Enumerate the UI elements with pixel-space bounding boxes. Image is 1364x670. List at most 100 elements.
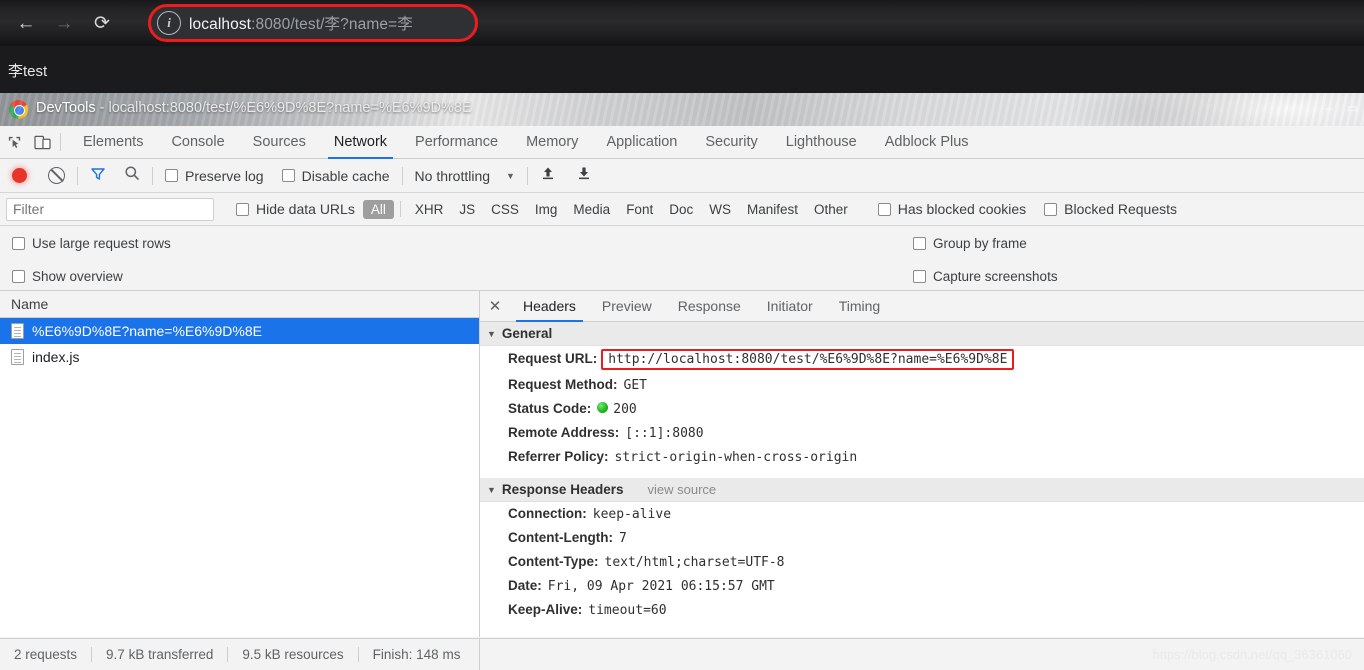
filter-funnel-icon[interactable] [90,166,106,186]
toolbar-divider [526,166,528,185]
toolbar-divider [77,166,78,185]
content-length-row: Content-Length: 7 [480,526,1364,550]
minimize-icon[interactable]: – [1326,101,1333,115]
content-length-value: 7 [618,531,627,546]
devtools-titlebar: DevTools - localhost:8080/test/%E6%9D%8E… [0,93,1364,126]
preserve-log-checkbox[interactable]: Preserve log [165,168,264,184]
show-overview-label: Show overview [32,269,123,284]
use-large-request-rows-label: Use large request rows [32,236,171,251]
chevron-down-icon: ▼ [506,170,515,181]
filter-pill-other[interactable]: Other [806,200,856,219]
tab-application[interactable]: Application [592,126,691,158]
record-button[interactable] [12,168,27,183]
chrome-logo-icon [9,100,28,119]
tab-sources[interactable]: Sources [239,126,320,158]
document-icon [11,323,24,339]
browser-chrome: ← → ⟳ i localhost:8080/test/李?name=李 [0,0,1364,46]
filter-pill-media[interactable]: Media [565,200,618,219]
network-options-panel: Use large request rows Show overview Gro… [0,226,1364,291]
capture-screenshots-checkbox[interactable]: Capture screenshots [913,269,1058,284]
search-icon[interactable] [124,165,140,186]
device-toolbar-icon[interactable] [28,126,56,158]
show-overview-checkbox[interactable]: Show overview [12,269,123,284]
tab-lighthouse[interactable]: Lighthouse [772,126,871,158]
referrer-policy-value: strict-origin-when-cross-origin [614,450,858,465]
keep-alive-value: timeout=60 [588,603,667,618]
tab-response[interactable]: Response [665,291,754,321]
address-bar[interactable]: i localhost:8080/test/李?name=李 [148,4,478,42]
filter-pill-all[interactable]: All [362,199,394,219]
filter-pill-font[interactable]: Font [618,200,661,219]
connection-value: keep-alive [592,507,672,522]
checkbox-box [281,169,295,182]
tab-console[interactable]: Console [157,126,238,158]
request-name: %E6%9D%8E?name=%E6%9D%8E [32,323,262,339]
filter-pill-manifest[interactable]: Manifest [739,200,806,219]
content-type-value: text/html;charset=UTF-8 [604,555,785,570]
hide-data-urls-checkbox[interactable]: Hide data URLs [236,201,355,217]
site-info-icon[interactable]: i [157,11,181,35]
filter-pill-img[interactable]: Img [527,200,566,219]
filter-input[interactable] [6,197,214,221]
response-headers-section-header[interactable]: ▼ Response Headers view source [480,478,1364,502]
use-large-request-rows-checkbox[interactable]: Use large request rows [12,236,171,251]
status-code-label: Status Code: [508,401,592,416]
tab-network[interactable]: Network [320,126,401,159]
has-blocked-cookies-checkbox[interactable]: Has blocked cookies [877,201,1026,217]
request-name: index.js [32,349,80,365]
request-method-row: Request Method: GET [480,373,1364,397]
date-row: Date: Fri, 09 Apr 2021 06:15:57 GMT [480,574,1364,598]
tab-memory[interactable]: Memory [512,126,592,158]
group-by-frame-checkbox[interactable]: Group by frame [913,236,1027,251]
request-list-column-header[interactable]: Name [0,291,479,318]
remote-address-row: Remote Address: [::1]:8080 [480,421,1364,445]
general-section-header[interactable]: ▼ General [480,322,1364,346]
filter-pill-ws[interactable]: WS [701,200,739,219]
close-icon[interactable]: ✕ [480,291,510,321]
group-by-frame-label: Group by frame [933,236,1027,251]
tab-performance[interactable]: Performance [401,126,512,158]
response-headers-section-title: Response Headers [501,482,624,497]
tab-adblock-plus[interactable]: Adblock Plus [871,126,983,158]
referrer-policy-row: Referrer Policy: strict-origin-when-cros… [480,445,1364,469]
maximize-icon[interactable]: ▭ [1347,101,1358,115]
keep-alive-row: Keep-Alive: timeout=60 [480,598,1364,622]
filter-pill-doc[interactable]: Doc [661,200,701,219]
tab-timing[interactable]: Timing [826,291,894,321]
filter-pill-xhr[interactable]: XHR [407,200,452,219]
toolbar-divider [401,166,403,185]
import-har-icon[interactable] [540,165,556,186]
filter-pill-css[interactable]: CSS [483,200,527,219]
tab-preview[interactable]: Preview [589,291,665,321]
disable-cache-checkbox[interactable]: Disable cache [281,168,390,184]
tab-security[interactable]: Security [691,126,771,158]
network-status-bar: 2 requests 9.7 kB transferred 9.5 kB res… [0,638,1364,670]
network-filter-row: Hide data URLs All XHR JS CSS Img Media … [0,193,1364,226]
throttling-value: No throttling [414,167,491,184]
view-source-link[interactable]: view source [647,482,716,497]
export-har-icon[interactable] [576,165,592,186]
pill-divider [399,201,401,217]
table-row[interactable]: %E6%9D%8E?name=%E6%9D%8E [0,318,479,344]
throttling-dropdown[interactable]: No throttling ▼ [415,168,515,184]
back-icon[interactable]: ← [8,5,44,41]
inspect-element-icon[interactable] [0,126,28,158]
checkbox-box [165,169,178,182]
table-row[interactable]: index.js [0,344,479,370]
hide-data-urls-label: Hide data URLs [256,201,355,217]
page-viewport: 李test [0,46,1364,93]
tab-initiator[interactable]: Initiator [754,291,826,321]
request-url-value[interactable]: http://localhost:8080/test/%E6%9D%8E?nam… [601,349,1015,370]
network-split-view: Name %E6%9D%8E?name=%E6%9D%8E index.js ✕… [0,291,1364,637]
remote-address-value: [::1]:8080 [625,426,704,441]
preserve-log-label: Preserve log [185,167,264,184]
blocked-requests-checkbox[interactable]: Blocked Requests [1044,201,1177,217]
clear-button[interactable] [48,167,65,184]
reload-icon[interactable]: ⟳ [84,5,120,41]
tab-headers[interactable]: Headers [510,291,589,322]
filter-pill-js[interactable]: JS [451,200,483,219]
forward-icon[interactable]: → [46,5,82,41]
tab-elements[interactable]: Elements [69,126,157,158]
content-type-label: Content-Type: [508,554,599,569]
watermark: https://blog.csdn.net/qq_36361060 [1152,647,1353,662]
